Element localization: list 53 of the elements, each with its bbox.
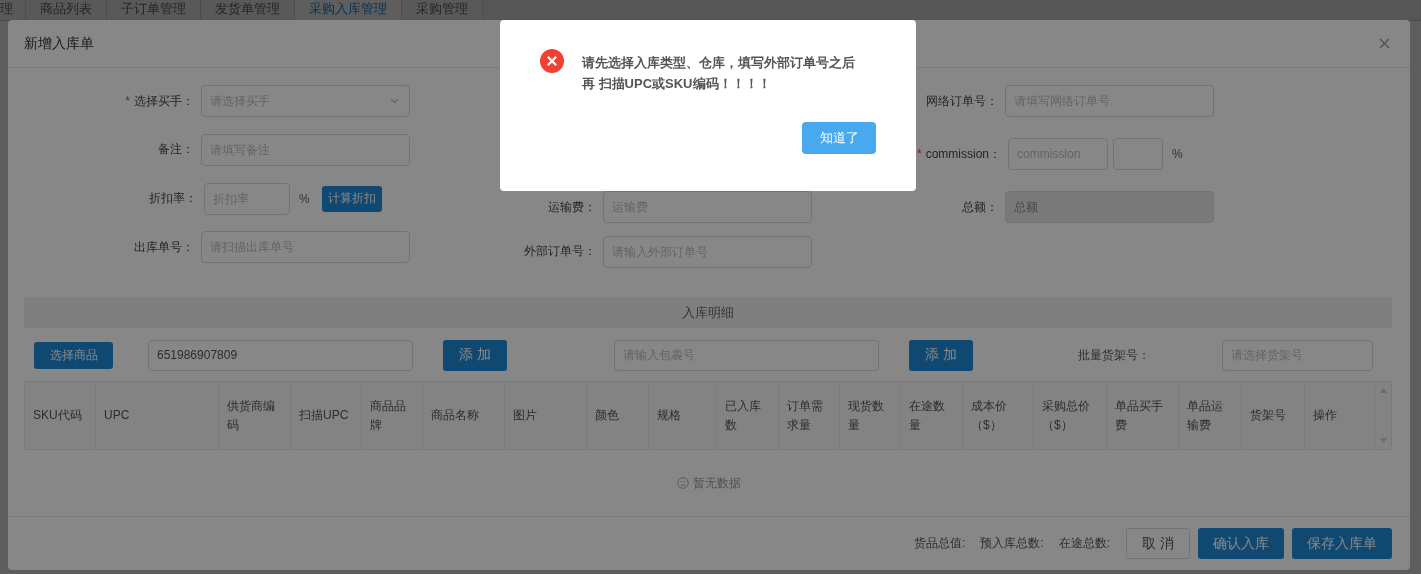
- required-mark: *: [916, 147, 922, 161]
- column-header: UPC: [104, 407, 130, 424]
- column-header: 颜色: [595, 407, 619, 424]
- column-header: 现货数量: [848, 397, 885, 434]
- column-header: 规格: [657, 407, 681, 424]
- error-icon: [540, 49, 564, 73]
- column-header: 单品运输费: [1187, 397, 1224, 434]
- total-label: 货品总值:: [913, 535, 966, 552]
- cancel-button[interactable]: 取 消: [1126, 528, 1190, 559]
- column-header: 采购总价（$）: [1042, 397, 1091, 434]
- column-header: 货架号: [1250, 407, 1286, 424]
- percent-sign: %: [1172, 146, 1183, 163]
- close-icon[interactable]: [1379, 38, 1390, 49]
- column-header: 操作: [1313, 407, 1337, 424]
- field-label: 总额：: [962, 198, 999, 216]
- action-button[interactable]: 确认入库: [1198, 528, 1284, 559]
- required-mark: *: [125, 94, 131, 108]
- field-label: 出库单号：: [134, 238, 195, 256]
- column-header: 商品名称: [431, 407, 479, 424]
- action-button[interactable]: 保存入库单: [1292, 528, 1392, 559]
- alert-message: 请先选择入库类型、仓库，填写外部订单号之后 再 扫描UPC或SKU编码！！！！: [582, 54, 855, 93]
- total-label: 在途总数:: [1058, 535, 1110, 552]
- page-tab[interactable]: 采购入库管理: [295, 0, 402, 20]
- column-header: 扫描UPC: [299, 407, 349, 424]
- calculate-discount-button[interactable]: 计算折扣: [321, 185, 382, 212]
- field-label: 备注：: [158, 141, 195, 159]
- column-header: 在途数量: [909, 397, 946, 434]
- add-button[interactable]: 添 加: [443, 339, 507, 371]
- field-label: 运输费：: [548, 198, 597, 216]
- section-title: 入库明细: [682, 303, 734, 322]
- column-header: 已入库数: [725, 397, 762, 434]
- column-header: 商品品牌: [370, 397, 407, 434]
- chevron-down-icon: [390, 98, 399, 104]
- column-header: 供货商编码: [227, 397, 276, 434]
- field-label: 外部订单号：: [524, 243, 597, 260]
- column-header: 成本价（$）: [971, 397, 1008, 434]
- column-header: 单品买手费: [1115, 397, 1164, 434]
- column-header: SKU代码: [33, 407, 82, 424]
- percent-sign: %: [299, 190, 310, 208]
- ok-button[interactable]: 知道了: [802, 122, 876, 154]
- total-label: 预入库总数:: [980, 535, 1044, 552]
- input-field[interactable]: 651986907809: [148, 339, 413, 371]
- field-label: 网络订单号：: [926, 92, 999, 110]
- dialog-title: 新增入库单: [24, 34, 94, 53]
- field-label: 折扣率：: [149, 190, 197, 207]
- add-button[interactable]: 添 加: [909, 339, 973, 371]
- sad-face-icon: [676, 477, 689, 489]
- select-product-button[interactable]: 选择商品: [34, 341, 113, 369]
- column-header: 图片: [513, 407, 537, 424]
- field-label: 批量货架号：: [1078, 346, 1151, 364]
- column-header: 订单需求量: [787, 397, 824, 434]
- field-label: 选择买手：: [134, 92, 195, 110]
- field-label: commission：: [925, 145, 1001, 163]
